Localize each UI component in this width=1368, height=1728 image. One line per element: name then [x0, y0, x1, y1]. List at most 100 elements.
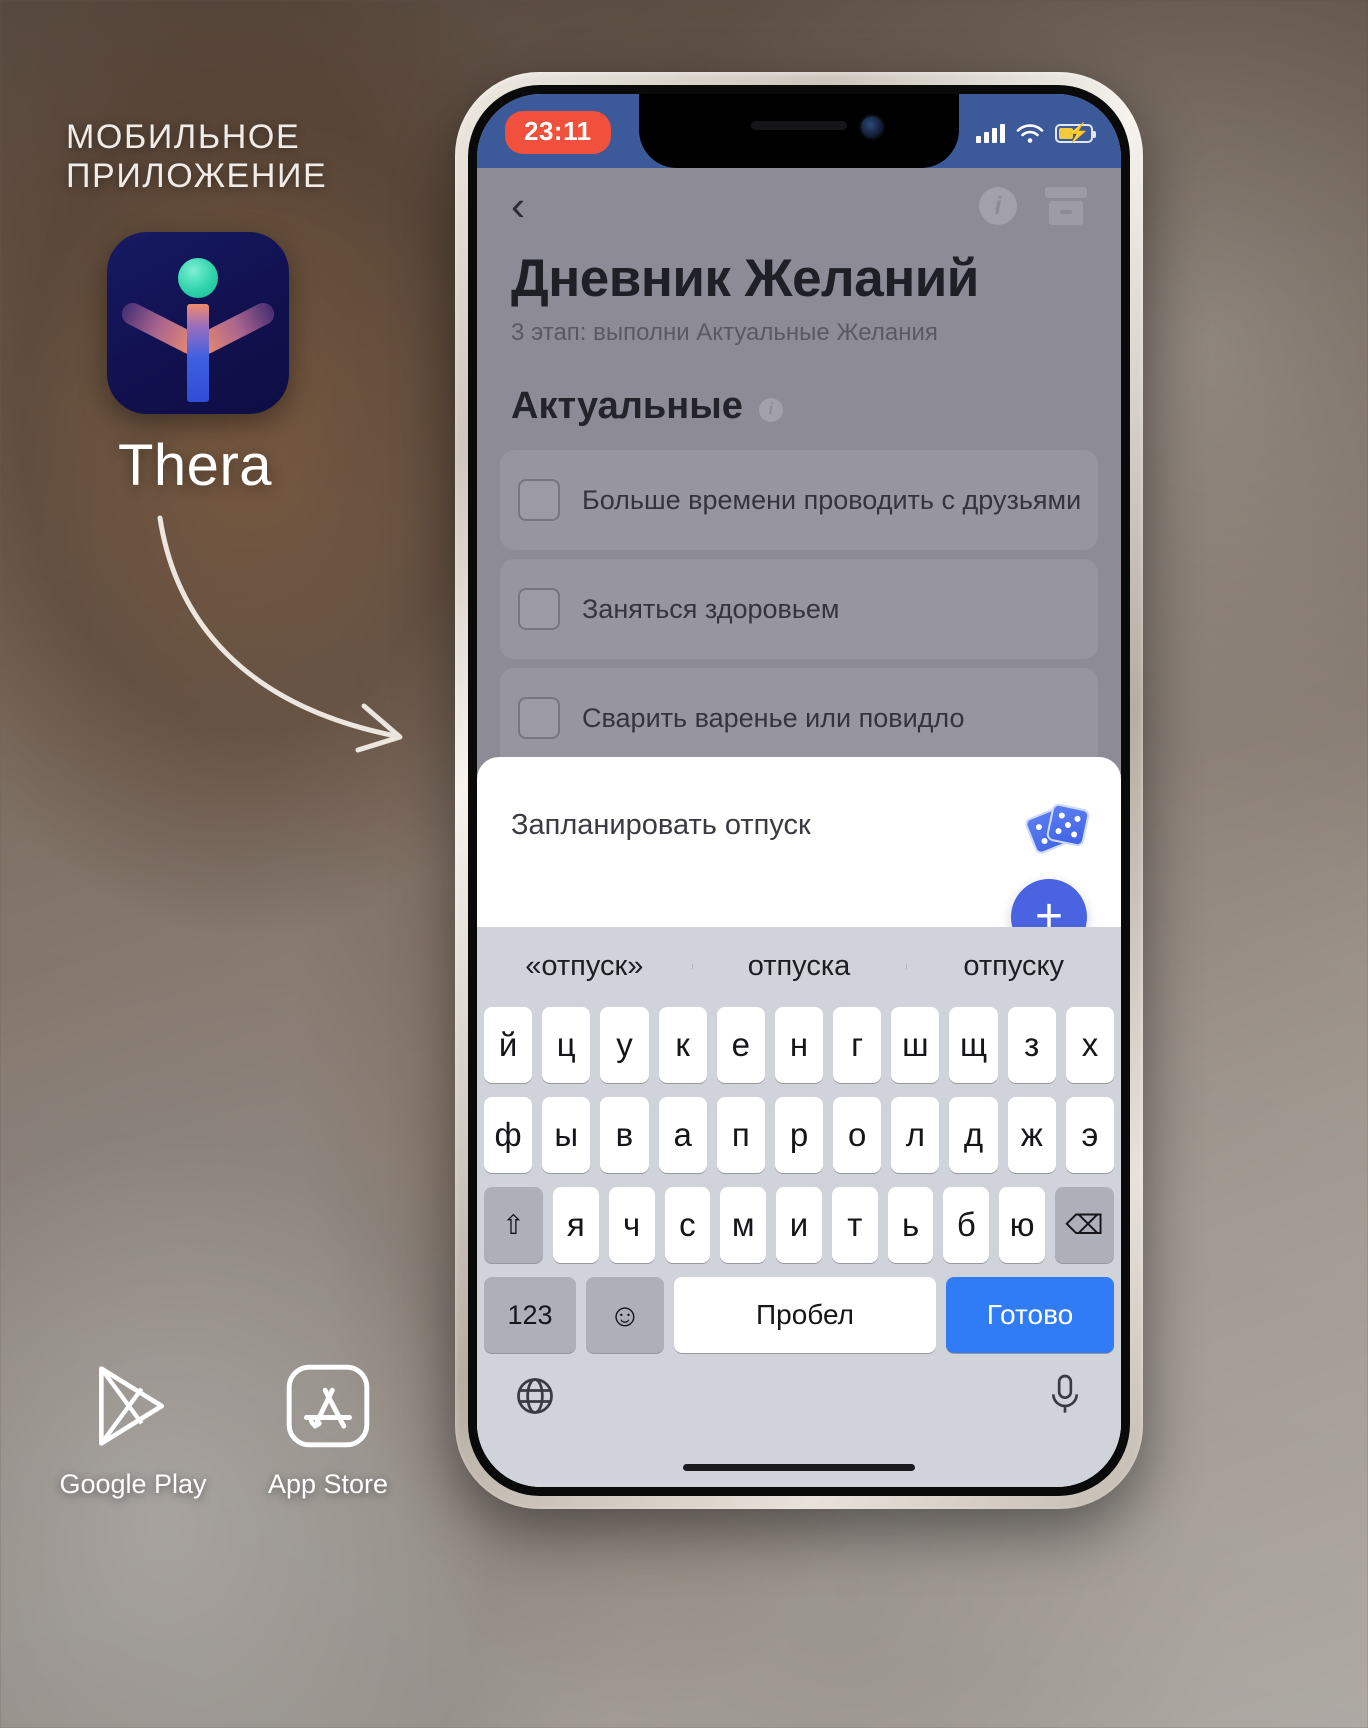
done-key[interactable]: Готово	[946, 1277, 1114, 1353]
microphone-key-icon[interactable]	[1045, 1372, 1085, 1420]
die-right	[1045, 802, 1091, 848]
charging-bolt-icon: ⚡	[1066, 122, 1090, 144]
key-д[interactable]: д	[949, 1097, 998, 1173]
store-badge-app-store[interactable]: App Store	[243, 1360, 413, 1500]
list-item[interactable]: Заняться здоровьем	[500, 559, 1098, 659]
curved-arrow	[157, 515, 403, 753]
keyboard-bottom-bar	[477, 1353, 1121, 1439]
promo-kicker: МОБИЛЬНОЕ ПРИЛОЖЕНИЕ	[66, 118, 327, 196]
keyboard-row-3: ⇧ я ч с м и т ь б ю ⌫	[477, 1187, 1121, 1263]
thera-app-icon[interactable]	[107, 232, 289, 414]
key-б[interactable]: б	[943, 1187, 990, 1263]
logo-head	[178, 258, 218, 298]
list-item-label: Сварить варенье или повидло	[582, 702, 965, 733]
cellular-signal-icon	[976, 123, 1005, 143]
phone-mockup: ‹ i Дневник Желаний 3 этап: выполни Акту…	[455, 72, 1143, 1509]
keyboard-row-1: й ц у к е н г ш щ з х	[477, 1007, 1121, 1083]
dice-randomize-icon[interactable]	[1023, 801, 1091, 856]
navbar-actions: i	[979, 187, 1087, 225]
status-clock: 23:11	[505, 110, 611, 154]
globe-key-icon[interactable]	[513, 1374, 557, 1418]
key-в[interactable]: в	[600, 1097, 649, 1173]
battery-charging-icon: ⚡	[1055, 122, 1096, 144]
brand-name: Thera	[118, 433, 273, 498]
onscreen-keyboard: «отпуск» отпуска отпуску й ц у к е н г ш…	[477, 927, 1121, 1487]
key-г[interactable]: г	[833, 1007, 882, 1083]
key-м[interactable]: м	[720, 1187, 767, 1263]
promo-panel: МОБИЛЬНОЕ ПРИЛОЖЕНИЕ Thera Google Play A…	[0, 0, 470, 1728]
checkbox-icon[interactable]	[518, 588, 560, 630]
key-х[interactable]: х	[1065, 1007, 1115, 1083]
keyboard-suggestion-bar: «отпуск» отпуска отпуску	[477, 927, 1121, 1005]
suggestion-1[interactable]: отпуска	[691, 950, 907, 983]
key-ю[interactable]: ю	[999, 1187, 1046, 1263]
info-circle-icon[interactable]: i	[979, 187, 1017, 225]
key-п[interactable]: п	[716, 1097, 765, 1173]
section-info-icon[interactable]: i	[758, 397, 783, 422]
list-item-label: Заняться здоровьем	[582, 593, 840, 624]
home-indicator[interactable]	[683, 1464, 915, 1471]
store-label-google-play: Google Play	[59, 1469, 207, 1499]
front-camera	[861, 116, 883, 138]
page-subtitle: 3 этап: выполни Актуальные Желания	[511, 319, 938, 346]
promo-kicker-line1: МОБИЛЬНОЕ	[66, 118, 301, 156]
suggestion-2[interactable]: отпуску	[906, 950, 1121, 983]
key-а[interactable]: а	[658, 1097, 707, 1173]
key-л[interactable]: л	[891, 1097, 940, 1173]
section-header: Актуальные i	[477, 347, 1121, 428]
space-key[interactable]: Пробел	[674, 1277, 936, 1353]
promo-kicker-line2: ПРИЛОЖЕНИЕ	[66, 156, 328, 195]
logo-stem	[187, 304, 209, 402]
list-item-label: Больше времени проводить с друзьями....	[582, 484, 1080, 515]
key-е[interactable]: е	[716, 1007, 765, 1083]
key-щ[interactable]: щ	[949, 1007, 998, 1083]
key-ш[interactable]: ш	[891, 1007, 940, 1083]
key-ж[interactable]: ж	[1007, 1097, 1056, 1173]
checkbox-icon[interactable]	[518, 479, 560, 521]
backspace-key-icon[interactable]: ⌫	[1055, 1187, 1114, 1263]
wish-input[interactable]: Запланировать отпуск	[511, 801, 811, 842]
key-я[interactable]: я	[552, 1187, 599, 1263]
key-э[interactable]: э	[1065, 1097, 1115, 1173]
key-р[interactable]: р	[774, 1097, 824, 1173]
phone-screen: ‹ i Дневник Желаний 3 этап: выполни Акту…	[477, 94, 1121, 1487]
key-ь[interactable]: ь	[887, 1187, 934, 1263]
key-н[interactable]: н	[774, 1007, 824, 1083]
key-т[interactable]: т	[831, 1187, 878, 1263]
store-badge-google-play[interactable]: Google Play	[48, 1360, 218, 1500]
checkbox-icon[interactable]	[518, 697, 560, 739]
wish-list: Больше времени проводить с друзьями.... …	[477, 428, 1121, 768]
back-button[interactable]: ‹	[511, 185, 525, 227]
status-indicators: ⚡	[976, 122, 1096, 144]
store-label-app-store: App Store	[267, 1469, 389, 1499]
key-ф[interactable]: ф	[483, 1097, 533, 1173]
key-з[interactable]: з	[1007, 1007, 1056, 1083]
phone-notch	[639, 94, 959, 168]
emoji-key-icon[interactable]: ☺	[586, 1277, 664, 1353]
wifi-icon	[1016, 123, 1044, 143]
keyboard-row-2: ф ы в а п р о л д ж э	[477, 1097, 1121, 1173]
key-ч[interactable]: ч	[608, 1187, 655, 1263]
key-с[interactable]: с	[664, 1187, 711, 1263]
key-и[interactable]: и	[776, 1187, 822, 1263]
add-wish-row: Запланировать отпуск	[477, 757, 1121, 856]
key-ы[interactable]: ы	[542, 1097, 591, 1173]
google-play-icon	[99, 1366, 165, 1446]
phone-bezel: ‹ i Дневник Желаний 3 этап: выполни Акту…	[468, 85, 1130, 1496]
key-о[interactable]: о	[833, 1097, 882, 1173]
list-item[interactable]: Сварить варенье или повидло	[500, 668, 1098, 768]
suggestion-0[interactable]: «отпуск»	[477, 950, 692, 983]
key-у[interactable]: у	[600, 1007, 649, 1083]
key-ц[interactable]: ц	[542, 1007, 591, 1083]
list-item[interactable]: Больше времени проводить с друзьями....	[500, 450, 1098, 550]
shift-key-icon[interactable]: ⇧	[484, 1187, 543, 1263]
key-й[interactable]: й	[483, 1007, 533, 1083]
numbers-key[interactable]: 123	[484, 1277, 576, 1353]
section-title: Актуальные	[511, 385, 743, 427]
archive-box-icon[interactable]	[1045, 187, 1087, 225]
app-navbar: ‹ i	[477, 168, 1121, 244]
page-title: Дневник Желаний	[511, 249, 979, 308]
key-к[interactable]: к	[658, 1007, 707, 1083]
earpiece-speaker	[751, 121, 847, 130]
keyboard-row-4: 123 ☺ Пробел Готово	[477, 1277, 1121, 1353]
